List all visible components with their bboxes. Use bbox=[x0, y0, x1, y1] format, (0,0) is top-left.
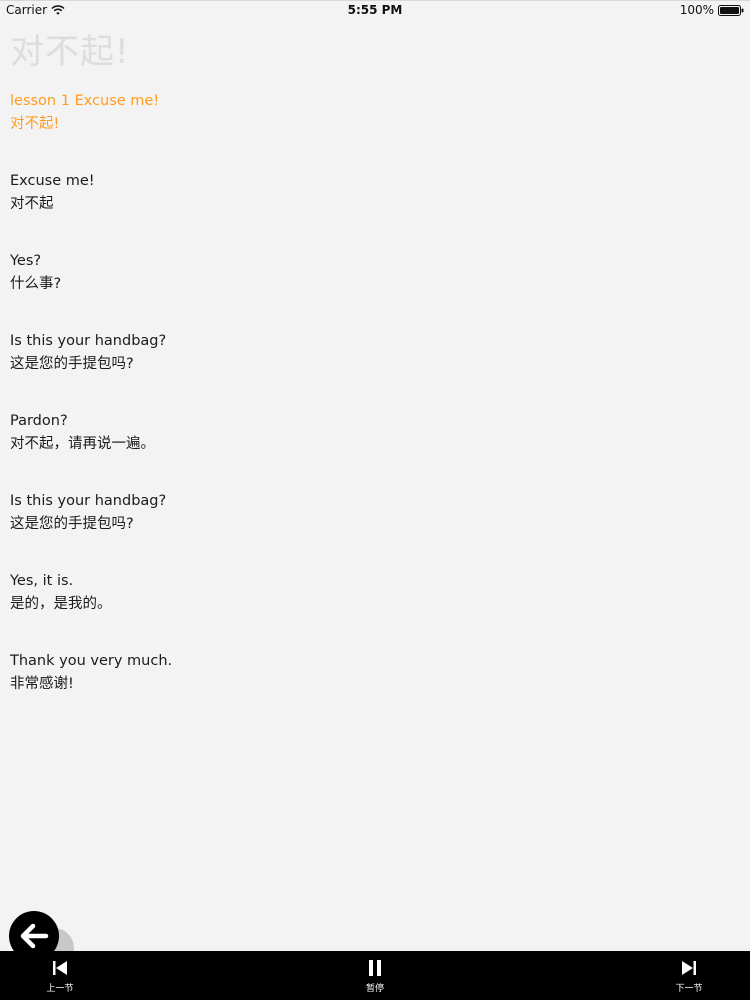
line-english: Yes? bbox=[10, 253, 42, 269]
dialogue-line[interactable]: Yes, it is. 是的，是我的。 bbox=[10, 570, 710, 650]
dialogue-line[interactable]: Is this your handbag? 这是您的手提包吗? bbox=[10, 490, 710, 570]
dialogue-line[interactable]: Excuse me! 对不起 bbox=[10, 170, 710, 250]
line-english: lesson 1 Excuse me! bbox=[10, 93, 160, 109]
line-chinese: 是的，是我的。 bbox=[10, 596, 112, 612]
line-chinese: 这是您的手提包吗? bbox=[10, 356, 134, 372]
battery-percent: 100% bbox=[679, 3, 714, 17]
arrow-left-icon bbox=[20, 923, 49, 949]
next-section-button[interactable]: 下一节 bbox=[659, 959, 719, 994]
skip-previous-icon bbox=[53, 961, 67, 975]
pause-label: 暂停 bbox=[365, 984, 384, 994]
dialogue-list: lesson 1 Excuse me! 对不起! Excuse me! 对不起 … bbox=[10, 90, 710, 730]
dialogue-line[interactable]: Pardon? 对不起，请再说一遍。 bbox=[10, 410, 710, 490]
line-chinese: 什么事? bbox=[10, 276, 62, 292]
status-bar: Carrier 5:55 PM 100% bbox=[0, 0, 750, 22]
dialogue-line[interactable]: Thank you very much. 非常感谢! bbox=[10, 650, 710, 730]
battery-group: 100% bbox=[680, 3, 744, 17]
previous-section-button[interactable]: 上一节 bbox=[30, 959, 90, 994]
dialogue-line[interactable]: Yes? 什么事? bbox=[10, 250, 710, 330]
battery-icon bbox=[718, 4, 744, 16]
pause-button[interactable]: 暂停 bbox=[345, 959, 405, 994]
line-english: Yes, it is. bbox=[10, 573, 74, 589]
skip-next-icon bbox=[682, 961, 696, 975]
line-chinese: 非常感谢! bbox=[10, 676, 74, 692]
line-chinese: 对不起，请再说一遍。 bbox=[10, 436, 155, 452]
clock: 5:55 PM bbox=[347, 3, 403, 17]
page-title: 对不起! bbox=[10, 32, 130, 72]
line-english: Is this your handbag? bbox=[10, 333, 167, 349]
line-chinese: 这是您的手提包吗? bbox=[10, 516, 134, 532]
line-english: Pardon? bbox=[10, 413, 68, 429]
line-english: Thank you very much. bbox=[10, 653, 173, 669]
line-english: Excuse me! bbox=[10, 173, 95, 189]
dialogue-line[interactable]: Is this your handbag? 这是您的手提包吗? bbox=[10, 330, 710, 410]
line-chinese: 对不起! bbox=[10, 116, 60, 132]
next-section-label: 下一节 bbox=[675, 984, 703, 994]
player-bar: 上一节 暂停 下一节 bbox=[0, 951, 750, 1000]
line-chinese: 对不起 bbox=[10, 196, 54, 212]
previous-section-label: 上一节 bbox=[46, 984, 74, 994]
line-english: Is this your handbag? bbox=[10, 493, 167, 509]
dialogue-line-current[interactable]: lesson 1 Excuse me! 对不起! bbox=[10, 90, 710, 170]
pause-icon bbox=[369, 960, 381, 976]
